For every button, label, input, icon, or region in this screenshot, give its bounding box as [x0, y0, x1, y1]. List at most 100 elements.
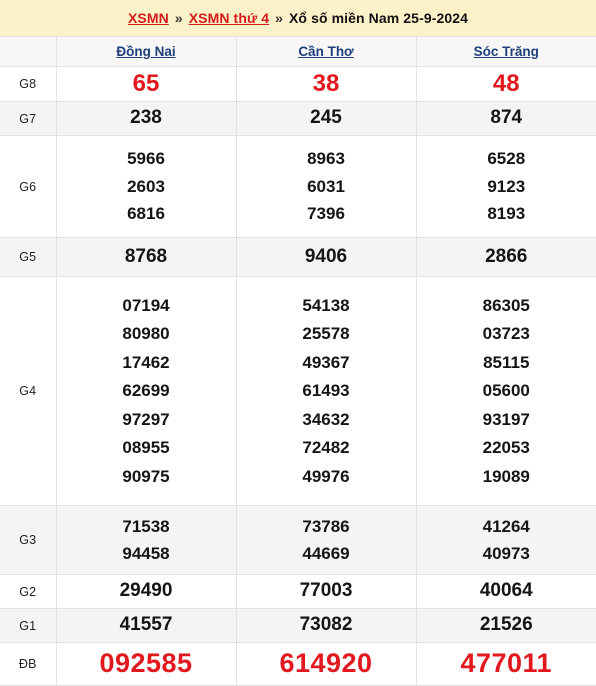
table-row-g4: G4 07194 80980 17462 62699 97297 08955 9…	[0, 277, 596, 506]
prize-cell-db-can-tho: 614920	[236, 643, 416, 686]
prize-number: 6031	[237, 173, 416, 200]
prize-cell-g6-soc-trang: 6528 9123 8193	[416, 136, 596, 238]
prize-label-g5: G5	[0, 238, 56, 277]
prize-number: 90975	[57, 462, 236, 490]
breadcrumb: XSMN » XSMN thứ 4 » Xổ số miền Nam 25-9-…	[128, 10, 468, 26]
prize-label-db: ĐB	[0, 643, 56, 686]
prize-number: 80980	[57, 320, 236, 348]
page-title: Xổ số miền Nam 25-9-2024	[289, 10, 468, 26]
prize-number: 2866	[417, 244, 596, 270]
prize-number: 477011	[417, 645, 596, 682]
prize-number: 54138	[237, 291, 416, 319]
prize-cell-g1-dong-nai: 41557	[56, 609, 236, 643]
breadcrumb-separator-2: »	[273, 10, 285, 26]
prize-cell-g8-dong-nai: 65	[56, 67, 236, 102]
breadcrumb-banner: XSMN » XSMN thứ 4 » Xổ số miền Nam 25-9-…	[0, 0, 596, 36]
prize-cell-db-dong-nai: 092585	[56, 643, 236, 686]
province-link-can-tho[interactable]: Cần Thơ	[298, 44, 353, 59]
prize-number: 73786	[237, 513, 416, 540]
prize-number: 38	[237, 67, 416, 100]
prize-number: 61493	[237, 377, 416, 405]
prize-cell-g6-can-tho: 8963 6031 7396	[236, 136, 416, 238]
prize-number: 93197	[417, 405, 596, 433]
table-header: Đồng Nai Cần Thơ Sóc Trăng	[0, 37, 596, 67]
prize-number: 9406	[237, 244, 416, 270]
prize-label-g8: G8	[0, 67, 56, 102]
prize-number: 8768	[57, 244, 236, 270]
prize-number: 19089	[417, 462, 596, 490]
prize-number: 2603	[57, 173, 236, 200]
table-row-g7: G7 238 245 874	[0, 102, 596, 136]
prize-label-g7: G7	[0, 102, 56, 136]
prize-cell-g5-soc-trang: 2866	[416, 238, 596, 277]
prize-cell-g2-soc-trang: 40064	[416, 575, 596, 609]
prize-number: 07194	[57, 291, 236, 319]
table-row-g1: G1 41557 73082 21526	[0, 609, 596, 643]
prize-cell-g3-can-tho: 73786 44669	[236, 506, 416, 575]
prize-number: 238	[57, 105, 236, 131]
table-row-g6: G6 5966 2603 6816 8963 6031 7396 6528 91…	[0, 136, 596, 238]
prize-number: 41264	[417, 513, 596, 540]
prize-label-g3: G3	[0, 506, 56, 575]
prize-number: 73082	[237, 612, 416, 638]
prize-number: 874	[417, 105, 596, 131]
prize-label-g2: G2	[0, 575, 56, 609]
table-row-db: ĐB 092585 614920 477011	[0, 643, 596, 686]
prize-number: 97297	[57, 405, 236, 433]
prize-number: 41557	[57, 612, 236, 638]
prize-cell-g1-can-tho: 73082	[236, 609, 416, 643]
table-row-g3: G3 71538 94458 73786 44669 41264 40973	[0, 506, 596, 575]
prize-number: 65	[57, 67, 236, 100]
prize-cell-g8-can-tho: 38	[236, 67, 416, 102]
prize-cell-g2-can-tho: 77003	[236, 575, 416, 609]
prize-number: 40973	[417, 540, 596, 567]
prize-cell-g3-soc-trang: 41264 40973	[416, 506, 596, 575]
prize-cell-g8-soc-trang: 48	[416, 67, 596, 102]
prize-number: 85115	[417, 348, 596, 376]
prize-number: 03723	[417, 320, 596, 348]
prize-cell-g5-can-tho: 9406	[236, 238, 416, 277]
prize-cell-g3-dong-nai: 71538 94458	[56, 506, 236, 575]
prize-number: 17462	[57, 348, 236, 376]
prize-number: 08955	[57, 434, 236, 462]
prize-cell-g2-dong-nai: 29490	[56, 575, 236, 609]
prize-number: 71538	[57, 513, 236, 540]
breadcrumb-link-xsmn[interactable]: XSMN	[128, 10, 169, 26]
prize-number: 8193	[417, 200, 596, 227]
prize-cell-g4-dong-nai: 07194 80980 17462 62699 97297 08955 9097…	[56, 277, 236, 506]
prize-number: 94458	[57, 540, 236, 567]
prize-cell-g4-can-tho: 54138 25578 49367 61493 34632 72482 4997…	[236, 277, 416, 506]
prize-number: 614920	[237, 645, 416, 682]
prize-number: 05600	[417, 377, 596, 405]
column-header-province-3: Sóc Trăng	[416, 37, 596, 67]
prize-number: 7396	[237, 200, 416, 227]
breadcrumb-separator-1: »	[173, 10, 185, 26]
prize-number: 22053	[417, 434, 596, 462]
prize-number: 245	[237, 105, 416, 131]
prize-cell-g6-dong-nai: 5966 2603 6816	[56, 136, 236, 238]
prize-number: 34632	[237, 405, 416, 433]
table-body: G8 65 38 48 G7 238 245 874 G6	[0, 67, 596, 686]
province-link-soc-trang[interactable]: Sóc Trăng	[474, 44, 539, 59]
column-header-province-2: Cần Thơ	[236, 37, 416, 67]
prize-number: 29490	[57, 578, 236, 604]
prize-number: 092585	[57, 645, 236, 682]
prize-number: 48	[417, 67, 596, 100]
prize-number: 6816	[57, 200, 236, 227]
prize-number: 9123	[417, 173, 596, 200]
prize-number: 5966	[57, 145, 236, 172]
prize-number: 44669	[237, 540, 416, 567]
prize-cell-g7-dong-nai: 238	[56, 102, 236, 136]
prize-number: 72482	[237, 434, 416, 462]
prize-cell-g5-dong-nai: 8768	[56, 238, 236, 277]
breadcrumb-link-xsmn-thu-4[interactable]: XSMN thứ 4	[189, 10, 269, 26]
province-link-dong-nai[interactable]: Đồng Nai	[116, 44, 175, 59]
prize-number: 86305	[417, 291, 596, 319]
table-row-g5: G5 8768 9406 2866	[0, 238, 596, 277]
prize-cell-g7-can-tho: 245	[236, 102, 416, 136]
prize-cell-g4-soc-trang: 86305 03723 85115 05600 93197 22053 1908…	[416, 277, 596, 506]
column-header-province-1: Đồng Nai	[56, 37, 236, 67]
prize-label-g6: G6	[0, 136, 56, 238]
prize-number: 62699	[57, 377, 236, 405]
table-header-row: Đồng Nai Cần Thơ Sóc Trăng	[0, 37, 596, 67]
